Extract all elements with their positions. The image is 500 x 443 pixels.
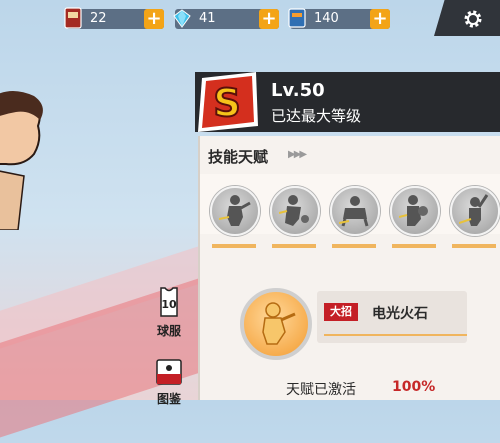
skill-bar-5 [452,244,496,248]
talent-activated-value: 100% [392,379,436,395]
skill-bar-3 [332,244,376,248]
add-card-button[interactable]: + [144,9,164,29]
collection-label: 图鉴 [156,392,181,406]
settings-button[interactable] [434,0,500,36]
skill-slot-5[interactable] [450,186,500,236]
max-level-status: 已达最大等级 [271,107,362,125]
ultimate-name: 电光火石 [372,306,428,322]
ultimate-skill-slot[interactable] [240,288,312,360]
skill-bar-2 [272,244,316,248]
skill-slot-2[interactable] [270,186,320,236]
card-icon [64,7,82,29]
jersey-button[interactable]: 10 球服 [150,286,188,339]
gear-icon [464,10,482,28]
diamond-counter: 41 + [173,9,279,29]
skill-bar-1 [212,244,256,248]
jersey-number: 10 [161,298,177,311]
arrows-icon: ▶▶▶ [288,149,307,160]
ticket-counter: 140 + [288,8,390,29]
ultimate-progress-line [324,334,467,336]
skill-bar-4 [392,244,436,248]
crouching-player-icon [339,196,369,227]
level-label: Lv.50 [271,80,325,101]
skill-slot-1[interactable] [210,186,260,236]
jersey-label: 球服 [156,324,181,338]
jersey-icon: 10 [160,287,178,317]
diamond-count: 41 [199,11,216,26]
talent-panel: 技能天赋 ▶▶▶ 大招 电光火石 天赋已激活 100% [198,136,500,400]
rank-letter: S [213,81,240,125]
card-counter: 22 + [64,7,164,29]
resource-bar: 22 + 41 + 140 + [0,0,500,36]
talent-activated-label: 天赋已激活 [286,382,356,398]
skill-slot-4[interactable] [390,186,440,236]
ticket-count: 140 [314,11,339,26]
shooting-player-icon [459,194,489,226]
lightning-strike-icon [262,302,296,345]
player-character [0,91,43,230]
card-count: 22 [90,11,107,26]
book-icon [156,359,182,385]
add-diamond-button[interactable]: + [259,9,279,29]
punching-player-icon [219,195,251,226]
add-ticket-button[interactable]: + [370,9,390,29]
diamond-icon [173,9,191,28]
ticket-icon [288,8,306,28]
ultimate-badge: 大招 [324,303,358,321]
section-title: 技能天赋 [208,148,269,166]
skill-slot-3[interactable] [330,186,380,236]
rank-s-badge: S [198,72,258,132]
ball-holding-player-icon [399,195,428,226]
dribbling-player-icon [279,195,309,226]
